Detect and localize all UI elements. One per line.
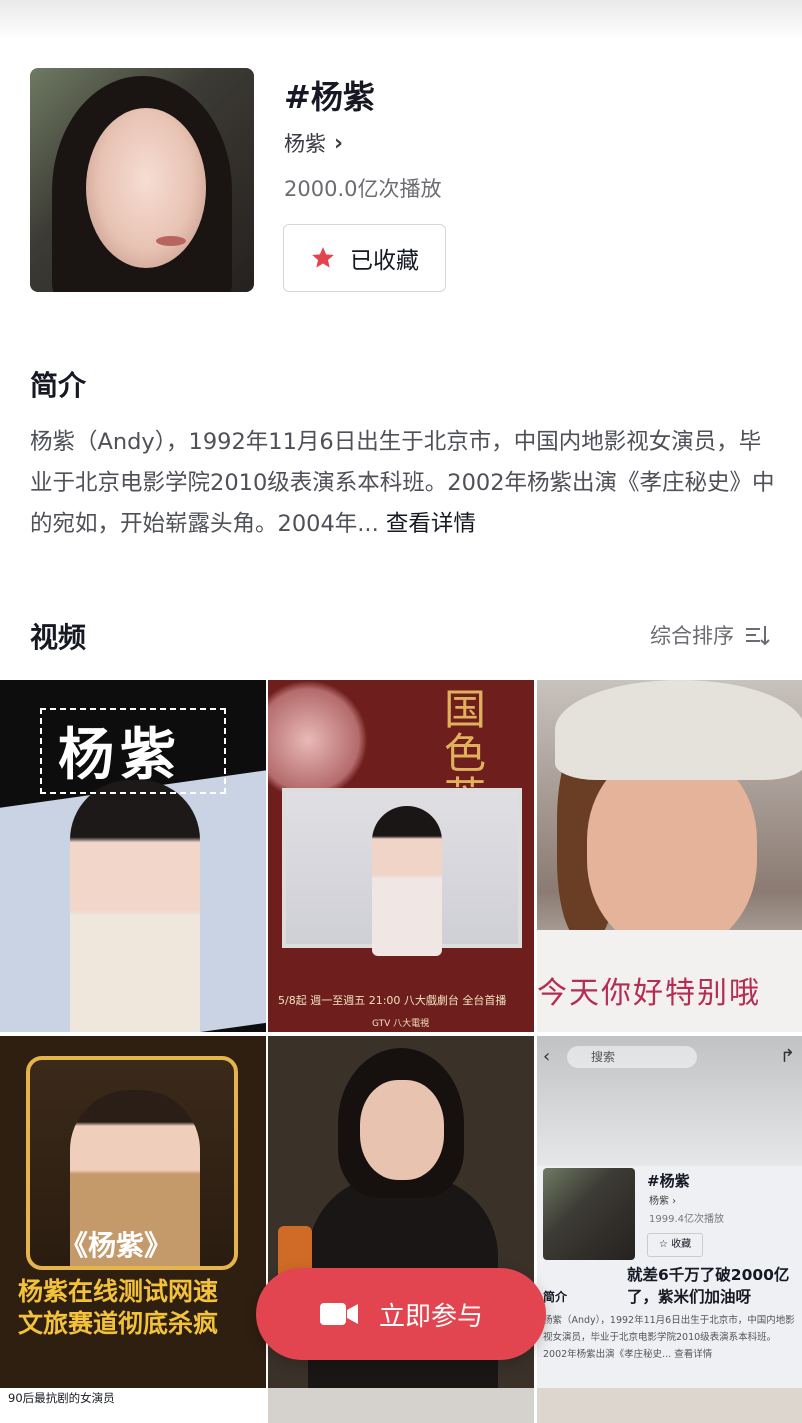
- video-tile[interactable]: 今天你好特别哦: [537, 680, 802, 1032]
- mini-favorite: ☆ 收藏: [647, 1233, 703, 1257]
- search-bar: 搜索: [567, 1046, 697, 1068]
- join-button[interactable]: 立即参与: [256, 1268, 546, 1360]
- video-overlay-text: 杨紫在线测试网速: [18, 1277, 219, 1306]
- video-tile[interactable]: 杨紫: [0, 680, 266, 1032]
- video-camera-icon: [319, 1303, 358, 1325]
- join-label: 立即参与: [378, 1301, 483, 1332]
- video-tile[interactable]: [268, 1388, 534, 1423]
- sort-label: 综合排序: [650, 624, 734, 648]
- intro-heading: 简介: [30, 369, 87, 402]
- back-icon: ‹: [543, 1046, 551, 1067]
- favorite-label: 已收藏: [350, 248, 419, 274]
- video-overlay-text: 《杨紫》: [60, 1229, 173, 1262]
- sort-icon: [746, 626, 770, 646]
- video-overlay-text: 杨紫: [58, 723, 182, 788]
- video-caption: GTV 八大電視: [372, 1019, 430, 1029]
- videos-heading: 视频: [30, 621, 87, 654]
- video-tile[interactable]: ‹ 搜索 ↱ #杨紫 杨紫 › 1999.4亿次播放 ☆ 收藏 就差6千万了破2…: [537, 1036, 802, 1388]
- topic-title: #杨紫: [284, 78, 375, 116]
- video-subtitle: 今天你好特别哦: [537, 976, 761, 1011]
- creator-link[interactable]: 杨紫 ›: [284, 128, 343, 158]
- video-overlay-text: 文旅赛道彻底杀疯: [18, 1309, 219, 1338]
- video-tile[interactable]: [537, 1388, 802, 1423]
- star-icon: [312, 247, 334, 268]
- view-details-link[interactable]: 查看详情: [386, 511, 476, 537]
- intro-text: 杨紫（Andy），1992年11月6日出生于北京市，中国内地影视女演员，毕业于北…: [30, 422, 775, 545]
- creator-name: 杨紫: [284, 132, 326, 156]
- share-icon: ↱: [779, 1046, 795, 1067]
- video-caption: 5/8起 週一至週五 21:00 八大戲劇台 全台首播: [278, 994, 507, 1007]
- play-count: 2000.0亿次播放: [284, 177, 442, 201]
- video-tile[interactable]: 国色芳华 5/8起 週一至週五 21:00 八大戲劇台 全台首播 GTV 八大電…: [268, 680, 534, 1032]
- video-caption: 90后最抗剧的女演员: [8, 1391, 115, 1405]
- video-tile[interactable]: 90后最抗剧的女演员: [0, 1388, 266, 1423]
- video-caption: 就差6千万了破2000亿了，紫米们加油呀: [627, 1266, 790, 1306]
- top-blur-banner: [0, 0, 802, 40]
- sort-selector[interactable]: 综合排序: [650, 620, 772, 650]
- favorite-button[interactable]: 已收藏: [283, 224, 446, 292]
- video-tile[interactable]: 《杨紫》 杨紫在线测试网速 文旅赛道彻底杀疯: [0, 1036, 266, 1388]
- topic-cover-image: [30, 68, 254, 292]
- chevron-right-icon: ›: [334, 130, 344, 156]
